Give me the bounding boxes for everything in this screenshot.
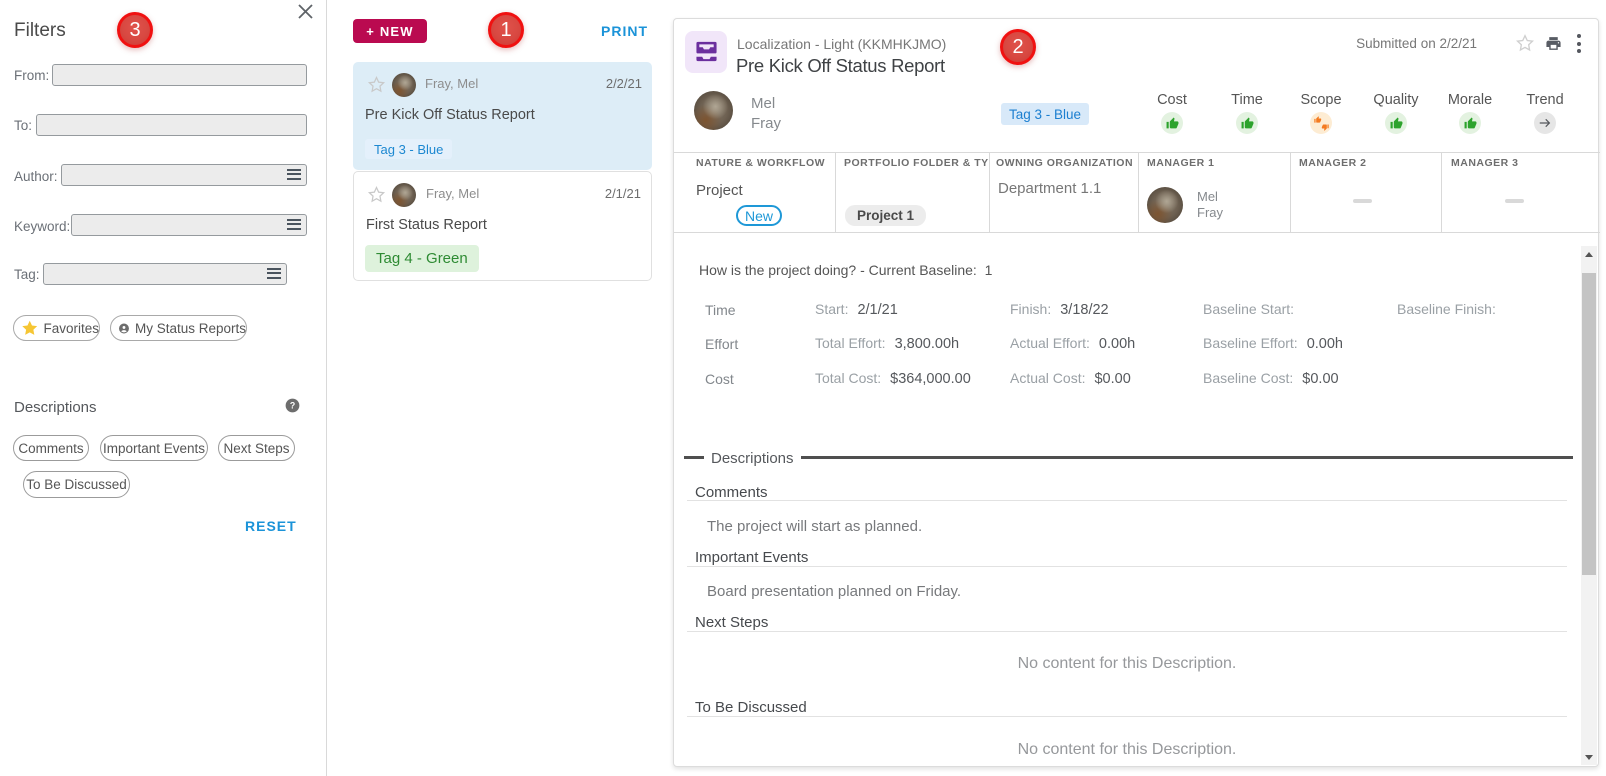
svg-text:?: ?: [290, 401, 295, 411]
